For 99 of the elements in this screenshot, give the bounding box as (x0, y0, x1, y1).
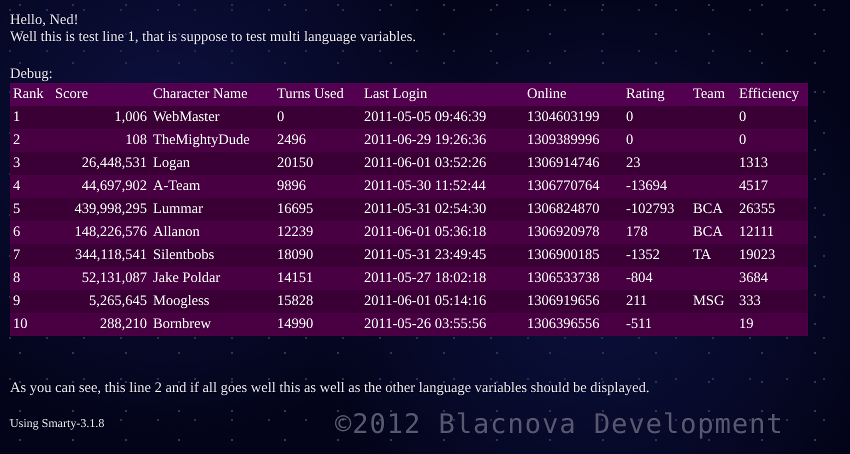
table-cell: 26,448,531 (82, 155, 147, 172)
table-cell: 14990 (277, 316, 314, 332)
column-header: Last Login (361, 83, 524, 106)
table-cell: 1309389996 (527, 132, 600, 148)
table-cell: 16695 (277, 201, 314, 218)
table-cell: 1306920978 (527, 224, 600, 240)
column-header: Rating (623, 83, 690, 106)
table-cell: 1306533738 (527, 270, 600, 286)
table-cell: 178 (626, 224, 648, 240)
column-header: Online (524, 83, 623, 106)
table-cell: 7 (13, 247, 20, 264)
table-cell: 2011-05-27 18:02:18 (364, 270, 486, 286)
table-cell: TA (693, 247, 712, 264)
column-header: Character Name (150, 83, 274, 106)
table-cell: 2011-06-01 05:14:16 (364, 293, 486, 310)
table-cell: 1306914746 (527, 155, 600, 172)
table-cell: 148,226,576 (74, 224, 147, 240)
table-cell: TheMightyDude (153, 132, 250, 148)
table-cell: WebMaster (153, 109, 220, 126)
table-cell: -1352 (626, 247, 660, 264)
table-cell: 1306824870 (527, 201, 600, 218)
table-cell: 5 (13, 201, 20, 218)
table-cell: 44,697,902 (82, 178, 147, 194)
table-cell: Allanon (153, 224, 200, 240)
table-cell: 23 (626, 155, 640, 172)
table-cell: 20150 (277, 155, 314, 172)
message-text: As you can see, this line 2 and if all goes well this as well as the other language variables should be displayed. (10, 380, 650, 397)
table-cell: 9896 (277, 178, 306, 194)
table-cell: 2496 (277, 132, 306, 148)
table-cell: 439,998,295 (74, 201, 147, 218)
message-text: Well this is test line 1, that is suppose to test multi language variables. (10, 28, 417, 46)
table-cell: 18090 (277, 247, 314, 264)
table-cell: 333 (739, 293, 761, 310)
table-cell: -804 (626, 270, 653, 286)
table-cell: 4517 (739, 178, 768, 194)
table-cell: 52,131,087 (82, 270, 147, 286)
table-cell: 3684 (739, 270, 768, 286)
table-cell: 0 (739, 132, 746, 148)
table-cell: 108 (125, 132, 147, 148)
table-cell: 0 (277, 109, 284, 126)
table-cell: Logan (153, 155, 190, 172)
column-header: Turns Used (274, 83, 361, 106)
table-cell: BCA (693, 201, 723, 218)
table-cell: 344,118,541 (75, 247, 147, 264)
column-header: Efficiency (736, 83, 808, 106)
greeting-text: Hello, Ned! (10, 12, 80, 29)
table-cell: 1306900185 (527, 247, 600, 264)
copyright-text: ©2012 Blacnova Development (335, 408, 784, 440)
table-cell: 211 (626, 293, 648, 310)
table-cell: 26355 (739, 201, 776, 218)
footer-text: Using Smarty-3.1.8 (10, 417, 106, 432)
table-cell: 2011-05-30 11:52:44 (364, 178, 486, 194)
table-cell: 15828 (277, 293, 314, 310)
table-cell: 2011-05-31 02:54:30 (364, 201, 486, 218)
table-cell: -102793 (626, 201, 674, 218)
table-cell: 12111 (739, 224, 774, 240)
table-cell: 10 (13, 316, 28, 332)
table-cell: 1313 (739, 155, 768, 172)
table-cell: 2011-05-05 09:46:39 (364, 109, 486, 126)
table-cell: 1306919656 (527, 293, 600, 310)
column-header: Score (52, 83, 150, 106)
table-cell: A-Team (153, 178, 200, 194)
table-cell: Jake Poldar (153, 270, 220, 286)
table-cell: 2011-06-01 05:36:18 (364, 224, 486, 240)
table-cell: 6 (13, 224, 20, 240)
table-cell: 1,006 (114, 109, 147, 126)
table-cell: Lummar (153, 201, 203, 218)
table-cell: 14151 (277, 270, 314, 286)
table-cell: 1304603199 (527, 109, 600, 126)
table-cell: 12239 (277, 224, 314, 240)
table-cell: 0 (739, 109, 746, 126)
table-cell: 4 (13, 178, 20, 194)
table-cell: 0 (626, 109, 634, 126)
table-cell: 2011-05-31 23:49:45 (364, 247, 486, 264)
column-header: Rank (10, 83, 52, 106)
table-cell: 5,265,645 (89, 293, 147, 310)
table-cell: 1306770764 (527, 178, 600, 194)
table-cell: 0 (626, 132, 634, 148)
table-cell: 8 (13, 270, 20, 286)
table-cell: 2011-05-26 03:55:56 (364, 316, 486, 332)
table-cell: 19 (739, 316, 754, 332)
table-cell: 1306396556 (527, 316, 600, 332)
table-cell: MSG (693, 293, 724, 310)
table-cell: 9 (13, 293, 20, 310)
table-cell: Silentbobs (153, 247, 214, 264)
table-cell: 288,210 (100, 316, 147, 332)
table-cell: BCA (693, 224, 723, 240)
table-cell: -13694 (626, 178, 668, 194)
table-cell: Bornbrew (153, 316, 211, 332)
table-cell: 19023 (739, 247, 776, 264)
table-cell: 2011-06-29 19:26:36 (364, 132, 486, 148)
table-cell: 2 (13, 132, 20, 148)
debug-label: Debug: (10, 66, 54, 84)
table-cell: -511 (626, 316, 652, 332)
table-cell: 1 (13, 109, 20, 126)
table-cell: 2011-06-01 03:52:26 (364, 155, 486, 172)
table-cell: Moogless (153, 293, 210, 310)
column-header: Team (690, 83, 736, 106)
table-cell: 3 (13, 155, 20, 172)
